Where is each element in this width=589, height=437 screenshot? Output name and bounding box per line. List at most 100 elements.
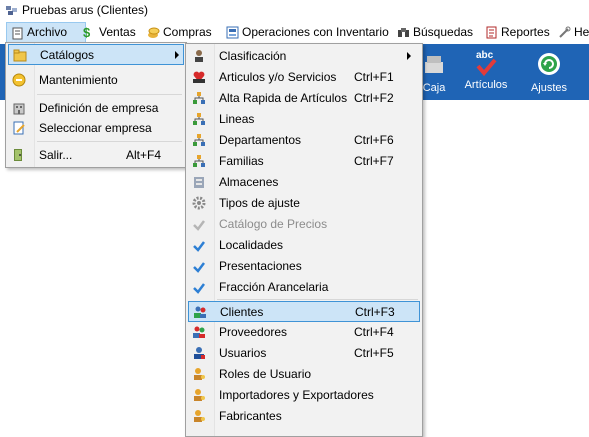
catalogos-item-catalogo-precios-label: Catálogo de Precios	[219, 217, 328, 231]
spellcheck-icon: abc	[474, 50, 498, 76]
toolbar-ajustes-button[interactable]: Ajustes	[528, 50, 570, 98]
archivo-item-catalogos-label: Catálogos	[40, 48, 95, 62]
catalogos-item-importadores[interactable]: Importadores y Exportadores	[188, 385, 420, 405]
catalogos-item-clasificacion[interactable]: Clasificación	[188, 46, 420, 66]
toolbar-articulos-button[interactable]: abc Artículos	[460, 50, 512, 98]
user-group-icon	[195, 50, 203, 62]
user-key-icon	[194, 368, 205, 380]
catalogos-item-usuarios[interactable]: Usuarios Ctrl+F5	[188, 343, 420, 363]
cash-register-icon	[425, 56, 443, 73]
submenu-arrow-icon	[407, 52, 411, 60]
catalogos-item-almacenes-label: Almacenes	[219, 175, 279, 189]
catalogos-item-catalogo-precios: Catálogo de Precios	[188, 214, 420, 234]
archivo-menu: Catálogos Mantenimiento Definición de em…	[5, 42, 187, 168]
catalogos-item-familias[interactable]: Familias Ctrl+F7	[188, 151, 420, 171]
archivo-item-salir[interactable]: Salir... Alt+F4	[8, 145, 184, 165]
catalogos-item-clientes-shortcut: Ctrl+F3	[355, 305, 395, 319]
toolbar-ajustes-label: Ajustes	[530, 82, 568, 94]
catalogos-item-usuarios-shortcut: Ctrl+F5	[354, 346, 394, 360]
catalogos-item-presentaciones[interactable]: Presentaciones	[188, 256, 420, 276]
catalogos-menu: Clasificación Articulos y/o Servicios Ct…	[185, 43, 423, 437]
inventory-icon	[226, 26, 239, 39]
catalogos-item-lineas-label: Lineas	[219, 112, 255, 126]
catalogos-item-departamentos-label: Departamentos	[219, 133, 302, 147]
file-icon	[12, 27, 23, 40]
folder-icon	[13, 49, 27, 62]
catalogos-item-departamentos[interactable]: Departamentos Ctrl+F6	[188, 130, 420, 150]
hierarchy-icon	[193, 155, 205, 167]
catalogos-item-almacenes[interactable]: Almacenes	[188, 172, 420, 192]
catalogos-item-articulos[interactable]: Articulos y/o Servicios Ctrl+F1	[188, 67, 420, 87]
catalogos-item-importadores-label: Importadores y Exportadores	[219, 388, 374, 402]
heart-box-icon	[193, 71, 205, 83]
gear-icon	[192, 196, 206, 210]
hierarchy-icon	[193, 134, 205, 146]
hierarchy-icon	[193, 113, 205, 125]
menu-archivo-label: Archivo	[27, 25, 68, 39]
menu-herramientas-label: He	[574, 25, 589, 39]
menu-herramientas[interactable]: He	[554, 22, 589, 43]
exit-door-icon	[14, 149, 22, 161]
suppliers-icon	[193, 326, 205, 338]
toolbar-articulos-label: Artículos	[464, 79, 508, 91]
catalogos-item-alta-rapida-shortcut: Ctrl+F2	[354, 91, 394, 105]
dollar-icon: $	[83, 25, 91, 40]
catalogos-item-localidades-label: Localidades	[219, 238, 284, 252]
menu-operaciones-label: Operaciones con Inventario	[242, 25, 389, 39]
menu-archivo[interactable]: Archivo	[6, 22, 86, 43]
spellcheck-icon	[193, 283, 205, 294]
catalogos-item-articulos-label: Articulos y/o Servicios	[219, 70, 337, 84]
archivo-item-salir-shortcut: Alt+F4	[126, 148, 162, 162]
catalogos-item-roles-usuario[interactable]: Roles de Usuario	[188, 364, 420, 384]
menu-compras[interactable]: Compras	[143, 22, 218, 43]
submenu-arrow-icon	[175, 51, 179, 59]
menu-separator	[217, 299, 418, 300]
catalogos-item-tipos-ajuste[interactable]: Tipos de ajuste	[188, 193, 420, 213]
spellcheck-icon	[193, 262, 205, 273]
menu-bar: Archivo $ Ventas Compras Operaciones con…	[0, 22, 589, 44]
refresh-icon	[538, 53, 560, 75]
archivo-item-definicion-empresa[interactable]: Definición de empresa	[8, 98, 184, 118]
catalogos-item-roles-usuario-label: Roles de Usuario	[219, 367, 312, 381]
customers-icon	[194, 306, 206, 318]
catalogos-item-fabricantes[interactable]: Fabricantes	[188, 406, 420, 426]
catalogos-item-proveedores-shortcut: Ctrl+F4	[354, 325, 394, 339]
catalogos-item-fraccion-arancelaria-label: Fracción Arancelaria	[219, 280, 329, 294]
catalogos-item-presentaciones-label: Presentaciones	[219, 259, 302, 273]
title-bar: Pruebas arus (Clientes)	[0, 0, 589, 22]
archivo-item-definicion-empresa-label: Definición de empresa	[39, 101, 159, 115]
catalogos-item-localidades[interactable]: Localidades	[188, 235, 420, 255]
user-key-icon	[194, 410, 205, 422]
menu-reportes[interactable]: Reportes	[481, 22, 556, 43]
app-icon	[6, 6, 17, 15]
catalogos-item-fraccion-arancelaria[interactable]: Fracción Arancelaria	[188, 277, 420, 297]
catalogos-item-proveedores[interactable]: Proveedores Ctrl+F4	[188, 322, 420, 342]
spellcheck-icon	[193, 241, 205, 252]
archivo-item-mantenimiento-label: Mantenimiento	[39, 73, 118, 87]
maintenance-icon	[12, 73, 26, 87]
archivo-item-seleccionar-empresa-label: Seleccionar empresa	[39, 121, 152, 135]
catalogos-item-alta-rapida[interactable]: Alta Rapida de Artículos Ctrl+F2	[188, 88, 420, 108]
archivo-item-mantenimiento[interactable]: Mantenimiento	[8, 70, 184, 90]
window-title: Pruebas arus (Clientes)	[22, 3, 149, 17]
catalogos-item-lineas[interactable]: Lineas	[188, 109, 420, 129]
archivo-item-catalogos[interactable]: Catálogos	[8, 44, 184, 65]
catalogos-item-clientes[interactable]: Clientes Ctrl+F3	[188, 301, 420, 322]
tools-icon	[559, 26, 571, 38]
menu-separator	[37, 94, 182, 95]
catalogos-item-clasificacion-label: Clasificación	[219, 49, 287, 63]
archivo-item-salir-label: Salir...	[39, 148, 73, 162]
building-icon	[13, 103, 25, 115]
menu-separator	[37, 141, 182, 142]
menu-busquedas-label: Búsquedas	[413, 25, 474, 39]
archivo-item-seleccionar-empresa[interactable]: Seleccionar empresa	[8, 118, 184, 138]
menu-operaciones[interactable]: Operaciones con Inventario	[222, 22, 395, 43]
edit-document-icon	[13, 121, 25, 135]
menu-busquedas[interactable]: Búsquedas	[393, 22, 479, 43]
user-icon	[194, 347, 205, 359]
catalogos-item-familias-label: Familias	[219, 154, 264, 168]
catalogos-item-usuarios-label: Usuarios	[219, 346, 267, 360]
menu-ventas[interactable]: $ Ventas	[79, 22, 142, 43]
catalogos-item-familias-shortcut: Ctrl+F7	[354, 154, 394, 168]
menu-reportes-label: Reportes	[501, 25, 550, 39]
